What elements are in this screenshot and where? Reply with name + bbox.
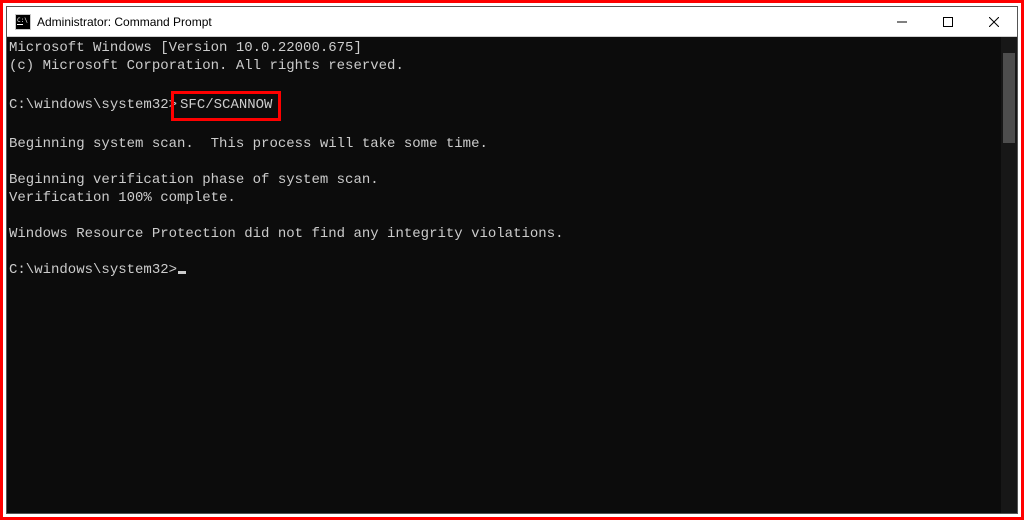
entered-command: SFC/SCANNOW bbox=[180, 97, 272, 113]
output-line: Windows Resource Protection did not find… bbox=[9, 226, 564, 242]
output-line: Beginning system scan. This process will… bbox=[9, 136, 488, 152]
svg-text:C:\: C:\ bbox=[17, 17, 28, 24]
cursor-icon bbox=[178, 271, 186, 274]
terminal-output[interactable]: Microsoft Windows [Version 10.0.22000.67… bbox=[7, 37, 1001, 513]
output-line: Verification 100% complete. bbox=[9, 190, 236, 206]
maximize-button[interactable] bbox=[925, 7, 971, 36]
prompt-path: C:\windows\system32> bbox=[9, 262, 177, 278]
annotation-frame: C:\ Administrator: Command Prompt bbox=[0, 0, 1024, 520]
window-title: Administrator: Command Prompt bbox=[37, 15, 212, 29]
window-controls bbox=[879, 7, 1017, 36]
command-prompt-window: C:\ Administrator: Command Prompt bbox=[6, 6, 1018, 514]
copyright-line: (c) Microsoft Corporation. All rights re… bbox=[9, 58, 404, 74]
title-left: C:\ Administrator: Command Prompt bbox=[7, 14, 879, 30]
cmd-icon: C:\ bbox=[15, 14, 31, 30]
titlebar[interactable]: C:\ Administrator: Command Prompt bbox=[7, 7, 1017, 37]
scroll-thumb[interactable] bbox=[1003, 53, 1015, 143]
prompt-path: C:\windows\system32> bbox=[9, 97, 177, 113]
vertical-scrollbar[interactable] bbox=[1001, 37, 1017, 513]
output-line: Beginning verification phase of system s… bbox=[9, 172, 379, 188]
close-button[interactable] bbox=[971, 7, 1017, 36]
os-version-line: Microsoft Windows [Version 10.0.22000.67… bbox=[9, 40, 362, 56]
minimize-button[interactable] bbox=[879, 7, 925, 36]
terminal-area: Microsoft Windows [Version 10.0.22000.67… bbox=[7, 37, 1017, 513]
highlighted-command: SFC/SCANNOW bbox=[171, 91, 281, 121]
